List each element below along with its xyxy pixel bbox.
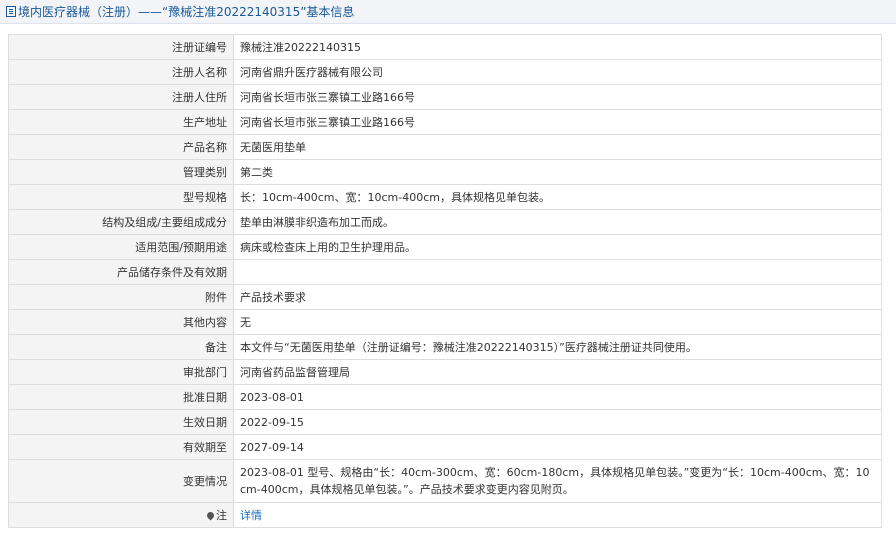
row-label: 附件	[8, 284, 234, 310]
table-row: 型号规格 长：10cm-400cm、宽：10cm-400cm，具体规格见单包装。	[8, 184, 882, 210]
page-title: 境内医疗器械（注册）——“豫械注准20222140315”基本信息	[0, 0, 896, 24]
table-row: 备注 本文件与“无菌医用垫单（注册证编号：豫械注准20222140315）”医疗…	[8, 334, 882, 360]
table-row: 产品储存条件及有效期	[8, 259, 882, 285]
table-row: 其他内容 无	[8, 309, 882, 335]
row-value: 产品技术要求	[233, 284, 882, 310]
table-row: 生效日期 2022-09-15	[8, 409, 882, 435]
table-row: 注册人住所 河南省长垣市张三寨镇工业路166号	[8, 84, 882, 110]
row-value: 河南省长垣市张三寨镇工业路166号	[233, 109, 882, 135]
row-label: 注册人住所	[8, 84, 234, 110]
page-title-text: 境内医疗器械（注册）——“豫械注准20222140315”基本信息	[18, 5, 355, 19]
table-row-note: 注 详情	[8, 502, 882, 528]
row-label: 产品名称	[8, 134, 234, 160]
table-row: 管理类别 第二类	[8, 159, 882, 185]
row-value: 病床或检查床上用的卫生护理用品。	[233, 234, 882, 260]
row-label: 适用范围/预期用途	[8, 234, 234, 260]
row-label: 有效期至	[8, 434, 234, 460]
table-row: 批准日期 2023-08-01	[8, 384, 882, 410]
row-label: 结构及组成/主要组成成分	[8, 209, 234, 235]
row-value: 河南省鼎升医疗器械有限公司	[233, 59, 882, 85]
note-value-cell: 详情	[233, 502, 882, 528]
note-label-cell: 注	[8, 502, 234, 528]
row-value: 2023-08-01	[233, 384, 882, 410]
note-label: 注	[216, 508, 227, 522]
row-label: 批准日期	[8, 384, 234, 410]
row-label: 生产地址	[8, 109, 234, 135]
table-row: 审批部门 河南省药品监督管理局	[8, 359, 882, 385]
row-value: 2027-09-14	[233, 434, 882, 460]
row-value: 无菌医用垫单	[233, 134, 882, 160]
table-row: 有效期至 2027-09-14	[8, 434, 882, 460]
table-row: 适用范围/预期用途 病床或检查床上用的卫生护理用品。	[8, 234, 882, 260]
info-table: 注册证编号 豫械注准20222140315 注册人名称 河南省鼎升医疗器械有限公…	[8, 34, 882, 528]
row-label: 注册人名称	[8, 59, 234, 85]
row-label: 产品储存条件及有效期	[8, 259, 234, 285]
row-value: 长：10cm-400cm、宽：10cm-400cm，具体规格见单包装。	[233, 184, 882, 210]
row-label: 其他内容	[8, 309, 234, 335]
row-value: 垫单由淋膜非织造布加工而成。	[233, 209, 882, 235]
row-value	[233, 259, 882, 285]
row-label: 型号规格	[8, 184, 234, 210]
row-value: 2023-08-01 型号、规格由“长：40cm-300cm、宽：60cm-18…	[233, 459, 882, 503]
table-row: 附件 产品技术要求	[8, 284, 882, 310]
table-row: 产品名称 无菌医用垫单	[8, 134, 882, 160]
details-link[interactable]: 详情	[240, 509, 262, 522]
row-value: 豫械注准20222140315	[233, 34, 882, 60]
table-row: 变更情况 2023-08-01 型号、规格由“长：40cm-300cm、宽：60…	[8, 459, 882, 503]
location-pin-icon	[205, 510, 216, 521]
row-value: 本文件与“无菌医用垫单（注册证编号：豫械注准20222140315）”医疗器械注…	[233, 334, 882, 360]
table-row: 注册证编号 豫械注准20222140315	[8, 34, 882, 60]
row-value: 无	[233, 309, 882, 335]
table-row: 生产地址 河南省长垣市张三寨镇工业路166号	[8, 109, 882, 135]
row-label: 管理类别	[8, 159, 234, 185]
row-value: 河南省长垣市张三寨镇工业路166号	[233, 84, 882, 110]
row-value: 河南省药品监督管理局	[233, 359, 882, 385]
row-value: 第二类	[233, 159, 882, 185]
table-row: 注册人名称 河南省鼎升医疗器械有限公司	[8, 59, 882, 85]
row-label: 变更情况	[8, 459, 234, 503]
row-label: 注册证编号	[8, 34, 234, 60]
row-label: 审批部门	[8, 359, 234, 385]
row-value: 2022-09-15	[233, 409, 882, 435]
table-row: 结构及组成/主要组成成分 垫单由淋膜非织造布加工而成。	[8, 209, 882, 235]
row-label: 生效日期	[8, 409, 234, 435]
row-label: 备注	[8, 334, 234, 360]
document-icon	[6, 6, 16, 17]
